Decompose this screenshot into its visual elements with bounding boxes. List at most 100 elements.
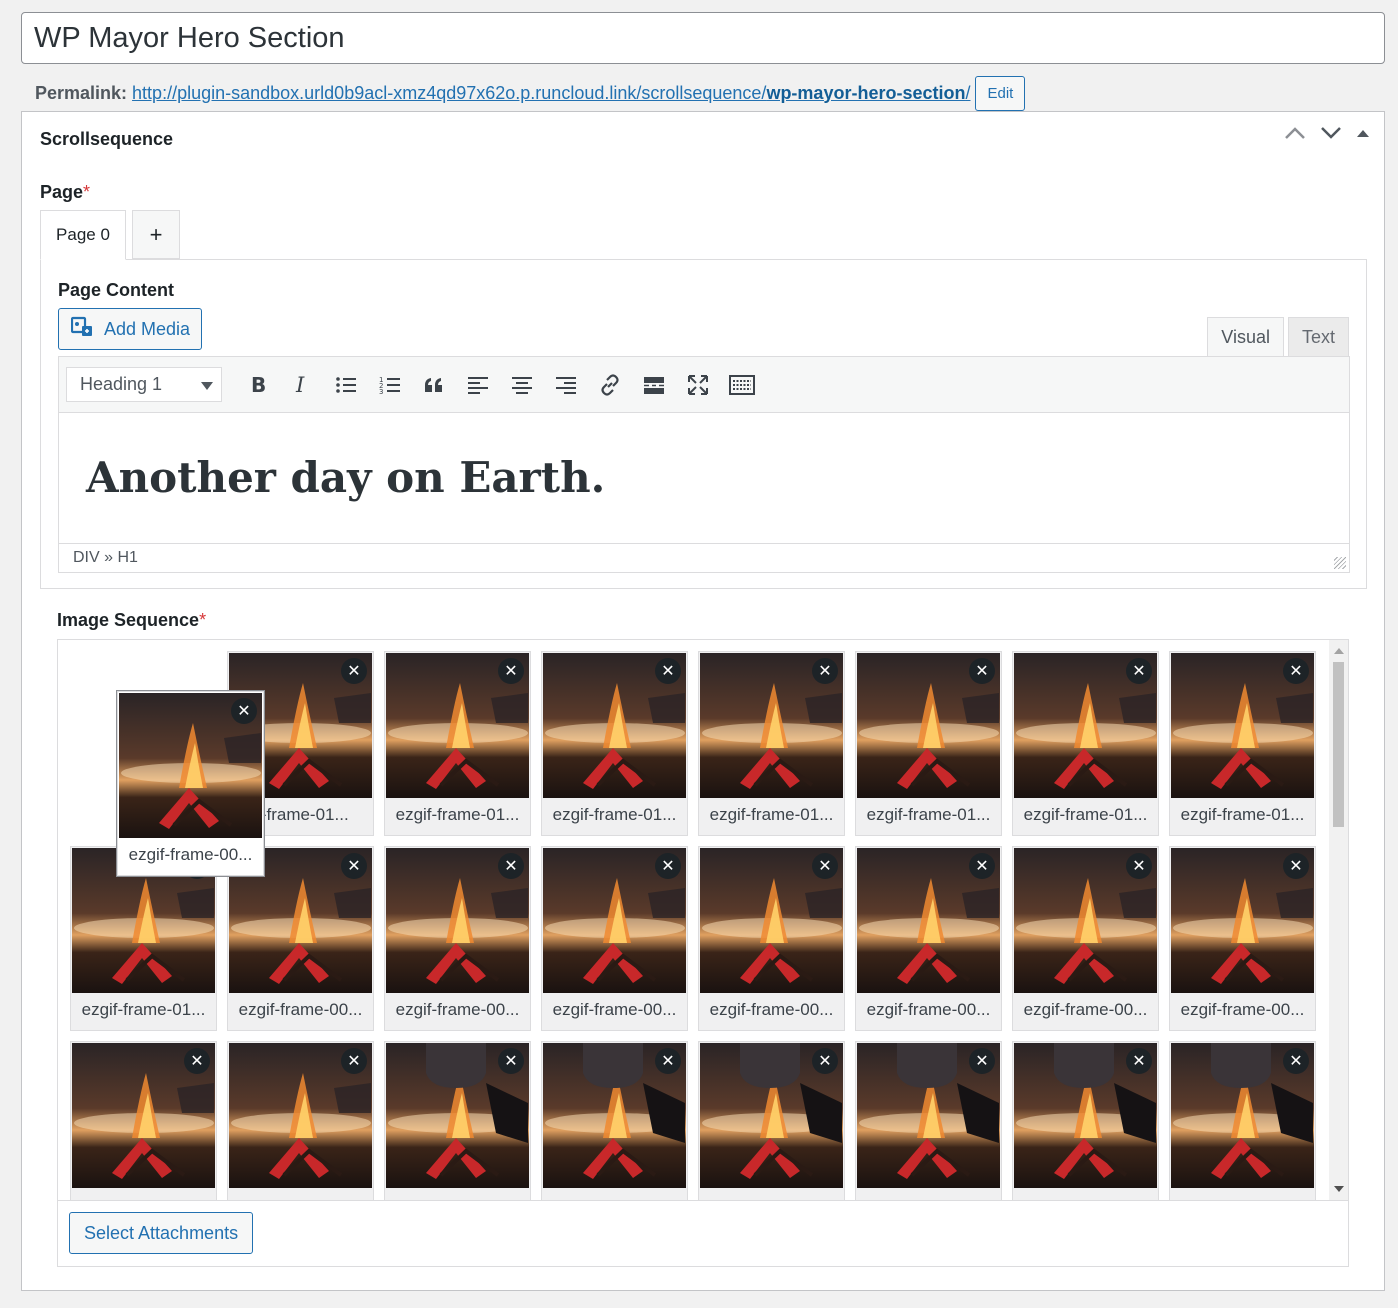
gallery-item[interactable]: ✕ ezgif-frame-00... bbox=[1012, 846, 1159, 1031]
remove-image-icon[interactable]: ✕ bbox=[812, 1048, 838, 1074]
editor-toolbar: Heading 1 B I 123 bbox=[59, 357, 1349, 413]
remove-image-icon[interactable]: ✕ bbox=[1283, 853, 1309, 879]
gallery-item[interactable]: ✕ ezgif-frame-01... bbox=[698, 651, 845, 836]
editor-heading: Another day on Earth. bbox=[86, 453, 606, 502]
gallery-scrollbar[interactable] bbox=[1329, 640, 1348, 1200]
remove-image-icon[interactable]: ✕ bbox=[969, 853, 995, 879]
remove-image-icon[interactable]: ✕ bbox=[969, 1048, 995, 1074]
numbered-list-icon[interactable]: 123 bbox=[368, 365, 412, 405]
thumbnail-filename: ezgif-frame-01... bbox=[1023, 805, 1148, 824]
scroll-up-icon[interactable] bbox=[1334, 648, 1344, 654]
remove-image-icon[interactable]: ✕ bbox=[341, 853, 367, 879]
metabox-header: Scrollsequence bbox=[22, 112, 1384, 166]
permalink-link[interactable]: http://plugin-sandbox.urld0b9acl-xmz4qd9… bbox=[132, 83, 970, 104]
gallery-item[interactable]: ✕ ezgif-frame-00... bbox=[1169, 846, 1316, 1031]
gallery-item[interactable]: ✕ bbox=[70, 1041, 217, 1200]
align-right-icon[interactable] bbox=[544, 365, 588, 405]
thumbnail-filename: ezgif-frame-00... bbox=[238, 1000, 363, 1019]
add-page-tab[interactable]: + bbox=[132, 210, 180, 259]
gallery-item[interactable]: ✕ ezgif-frame-00... bbox=[384, 846, 531, 1031]
gallery-item[interactable]: ✕ bbox=[1012, 1041, 1159, 1200]
tab-page-0[interactable]: Page 0 bbox=[40, 210, 126, 260]
svg-text:B: B bbox=[251, 375, 266, 395]
remove-image-icon[interactable]: ✕ bbox=[969, 658, 995, 684]
scrollbar-thumb[interactable] bbox=[1333, 662, 1344, 827]
remove-image-icon[interactable]: ✕ bbox=[498, 853, 524, 879]
add-media-button[interactable]: Add Media bbox=[58, 308, 202, 350]
thumbnail-filename: ezgif-frame-00... bbox=[1023, 1000, 1148, 1019]
bold-icon[interactable]: B bbox=[236, 365, 280, 405]
move-up-icon[interactable] bbox=[1284, 126, 1306, 140]
bullet-list-icon[interactable] bbox=[324, 365, 368, 405]
move-down-icon[interactable] bbox=[1320, 126, 1342, 140]
remove-image-icon[interactable]: ✕ bbox=[184, 1048, 210, 1074]
remove-image-icon[interactable]: ✕ bbox=[1126, 658, 1152, 684]
thumbnail-filename: ezgif-frame-00... bbox=[866, 1000, 991, 1019]
remove-image-icon[interactable]: ✕ bbox=[498, 658, 524, 684]
remove-image-icon[interactable]: ✕ bbox=[341, 658, 367, 684]
align-center-icon[interactable] bbox=[500, 365, 544, 405]
edit-permalink-button[interactable]: Edit bbox=[975, 75, 1026, 111]
image-sequence-label: Image Sequence* bbox=[57, 610, 206, 631]
gallery-item[interactable]: ✕ bbox=[698, 1041, 845, 1200]
fullscreen-icon[interactable] bbox=[676, 365, 720, 405]
gallery-item[interactable]: ✕ bbox=[541, 1041, 688, 1200]
add-media-label: Add Media bbox=[104, 318, 191, 339]
remove-image-icon[interactable]: ✕ bbox=[1283, 658, 1309, 684]
thumbnail-filename: ezgif-frame-00... bbox=[128, 845, 253, 864]
gallery-item[interactable]: ✕ ezgif-frame-01... bbox=[1012, 651, 1159, 836]
gallery-item[interactable]: ✕ bbox=[1169, 1041, 1316, 1200]
image-sequence-panel: Image Sequence* ✕ if-frame-01... ✕ ezgif-fr… bbox=[40, 588, 1367, 1308]
resize-grip-icon[interactable] bbox=[1334, 557, 1346, 569]
page-panel: Page Content Add Media Visual Text Headi… bbox=[40, 259, 1367, 589]
link-icon[interactable] bbox=[588, 365, 632, 405]
format-select[interactable]: Heading 1 bbox=[66, 367, 222, 402]
gallery-item[interactable]: ✕ bbox=[227, 1041, 374, 1200]
page-label-text: Page bbox=[40, 182, 84, 202]
blockquote-icon[interactable] bbox=[412, 365, 456, 405]
svg-text:I: I bbox=[295, 375, 305, 395]
tab-text[interactable]: Text bbox=[1287, 317, 1349, 356]
page-content-label: Page Content bbox=[58, 280, 175, 300]
remove-image-icon[interactable]: ✕ bbox=[231, 698, 257, 724]
image-sequence-label-text: Image Sequence bbox=[57, 610, 200, 630]
remove-image-icon[interactable]: ✕ bbox=[341, 1048, 367, 1074]
toolbar-toggle-icon[interactable] bbox=[720, 365, 764, 405]
thumbnail-filename: ezgif-frame-00... bbox=[1180, 1000, 1305, 1019]
gallery-item[interactable]: ✕ ezgif-frame-00... bbox=[541, 846, 688, 1031]
gallery-item[interactable]: ✕ bbox=[384, 1041, 531, 1200]
dragging-gallery-item[interactable]: ✕ ezgif-frame-00... bbox=[117, 691, 264, 876]
gallery-footer: Select Attachments bbox=[57, 1201, 1349, 1267]
gallery-item[interactable]: ✕ ezgif-frame-00... bbox=[855, 846, 1002, 1031]
gallery-item[interactable]: ✕ ezgif-frame-01... bbox=[384, 651, 531, 836]
gallery-item[interactable]: ✕ bbox=[855, 1041, 1002, 1200]
element-path: DIV » H1 bbox=[73, 549, 138, 566]
align-left-icon[interactable] bbox=[456, 365, 500, 405]
thumbnail-filename: ezgif-frame-00... bbox=[709, 1000, 834, 1019]
remove-image-icon[interactable]: ✕ bbox=[1126, 1048, 1152, 1074]
collapse-toggle-icon[interactable] bbox=[1356, 128, 1370, 138]
remove-image-icon[interactable]: ✕ bbox=[1126, 853, 1152, 879]
italic-icon[interactable]: I bbox=[280, 365, 324, 405]
remove-image-icon[interactable]: ✕ bbox=[655, 1048, 681, 1074]
gallery-item[interactable]: ✕ ezgif-frame-01... bbox=[1169, 651, 1316, 836]
editor-content-area[interactable]: Another day on Earth. bbox=[59, 413, 1349, 543]
remove-image-icon[interactable]: ✕ bbox=[498, 1048, 524, 1074]
thumbnail-filename: ezgif-frame-01... bbox=[866, 805, 991, 824]
metabox-handle-actions bbox=[1284, 126, 1370, 140]
select-attachments-button[interactable]: Select Attachments bbox=[69, 1212, 254, 1254]
remove-image-icon[interactable]: ✕ bbox=[655, 853, 681, 879]
tab-visual[interactable]: Visual bbox=[1207, 317, 1284, 356]
remove-image-icon[interactable]: ✕ bbox=[812, 853, 838, 879]
scroll-down-icon[interactable] bbox=[1334, 1186, 1344, 1192]
gallery-item[interactable]: ✕ ezgif-frame-01... bbox=[541, 651, 688, 836]
gallery-item[interactable]: ✕ ezgif-frame-01... bbox=[855, 651, 1002, 836]
gallery-item[interactable]: ✕ ezgif-frame-00... bbox=[698, 846, 845, 1031]
remove-image-icon[interactable]: ✕ bbox=[812, 658, 838, 684]
remove-image-icon[interactable]: ✕ bbox=[1283, 1048, 1309, 1074]
permalink-trail: / bbox=[965, 82, 971, 103]
remove-image-icon[interactable]: ✕ bbox=[655, 658, 681, 684]
post-title-input[interactable]: WP Mayor Hero Section bbox=[21, 12, 1385, 64]
thumbnail-filename: ezgif-frame-01... bbox=[552, 805, 677, 824]
read-more-icon[interactable] bbox=[632, 365, 676, 405]
